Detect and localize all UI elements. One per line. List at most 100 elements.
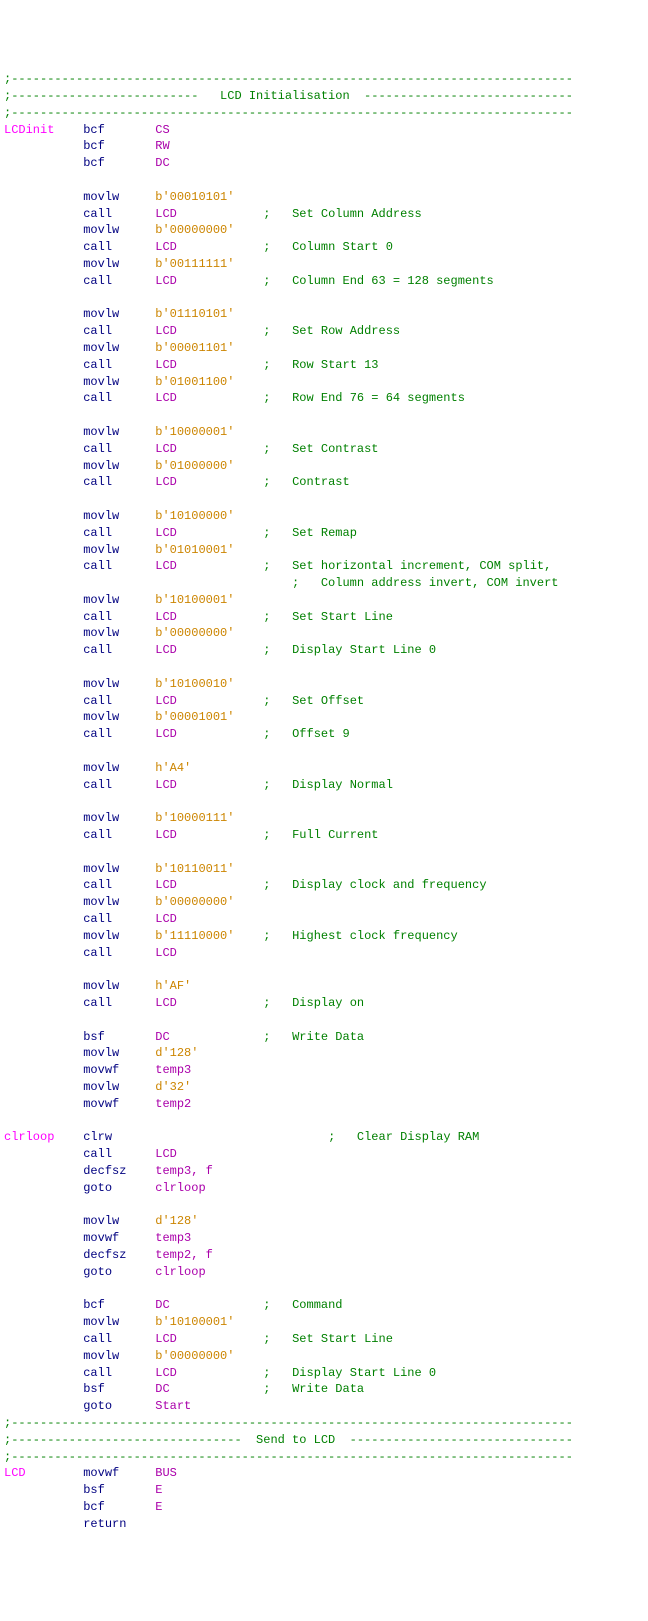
operand: b'11110000' bbox=[155, 929, 234, 943]
operand: b'01001100' bbox=[155, 375, 234, 389]
operand: LCD bbox=[155, 358, 177, 372]
mnemonic: movlw bbox=[83, 761, 119, 775]
mnemonic: bcf bbox=[83, 1500, 105, 1514]
mnemonic: goto bbox=[83, 1181, 112, 1195]
comment: ;---------------------------------------… bbox=[4, 1416, 573, 1430]
code-line: movwf temp3 bbox=[4, 1230, 644, 1247]
code-line: movlw b'10000001' bbox=[4, 424, 644, 441]
operand: b'10000001' bbox=[155, 425, 234, 439]
comment: ; Write Data bbox=[263, 1030, 364, 1044]
operand: LCD bbox=[155, 727, 177, 741]
code-line: movlw b'01001100' bbox=[4, 374, 644, 391]
code-line: movlw b'10100001' bbox=[4, 592, 644, 609]
operand: b'01010001' bbox=[155, 543, 234, 557]
mnemonic: movlw bbox=[83, 979, 119, 993]
code-line: movlw b'00001001' bbox=[4, 709, 644, 726]
assembly-code-listing: ;---------------------------------------… bbox=[4, 71, 644, 1532]
operand: b'00001001' bbox=[155, 710, 234, 724]
operand: d'32' bbox=[155, 1080, 191, 1094]
code-line: movlw b'00111111' bbox=[4, 256, 644, 273]
code-line: call LCD ; Set Column Address bbox=[4, 206, 644, 223]
mnemonic: movwf bbox=[83, 1231, 119, 1245]
code-line: ;---------------------------------------… bbox=[4, 105, 644, 122]
code-line: call LCD ; Contrast bbox=[4, 474, 644, 491]
label: LCDinit bbox=[4, 123, 54, 137]
mnemonic: movlw bbox=[83, 1046, 119, 1060]
code-line: call LCD ; Display clock and frequency bbox=[4, 877, 644, 894]
operand: LCD bbox=[155, 643, 177, 657]
comment: ; Set Start Line bbox=[263, 610, 393, 624]
operand: E bbox=[155, 1500, 162, 1514]
mnemonic: call bbox=[83, 694, 112, 708]
mnemonic: movlw bbox=[83, 929, 119, 943]
code-line bbox=[4, 491, 644, 508]
operand: LCD bbox=[155, 912, 177, 926]
mnemonic: movwf bbox=[83, 1063, 119, 1077]
mnemonic: movwf bbox=[83, 1097, 119, 1111]
mnemonic: movlw bbox=[83, 509, 119, 523]
operand: LCD bbox=[155, 475, 177, 489]
code-line: call LCD ; Column End 63 = 128 segments bbox=[4, 273, 644, 290]
code-line bbox=[4, 1113, 644, 1130]
code-line: call LCD ; Set Start Line bbox=[4, 609, 644, 626]
code-line: ;---------------------------------------… bbox=[4, 1449, 644, 1466]
code-line: ;-------------------------- LCD Initiali… bbox=[4, 88, 644, 105]
operand: b'10100001' bbox=[155, 1315, 234, 1329]
operand: h'AF' bbox=[155, 979, 191, 993]
mnemonic: call bbox=[83, 643, 112, 657]
code-line: ; Column address invert, COM invert bbox=[4, 575, 644, 592]
mnemonic: call bbox=[83, 610, 112, 624]
code-line: call LCD bbox=[4, 911, 644, 928]
operand: BUS bbox=[155, 1466, 177, 1480]
operand: temp3 bbox=[155, 1063, 191, 1077]
operand: b'00000000' bbox=[155, 223, 234, 237]
mnemonic: bsf bbox=[83, 1483, 105, 1497]
code-line: call LCD ; Set Contrast bbox=[4, 441, 644, 458]
code-line bbox=[4, 172, 644, 189]
code-line: movlw b'00001101' bbox=[4, 340, 644, 357]
operand: LCD bbox=[155, 526, 177, 540]
code-line: decfsz temp3, f bbox=[4, 1163, 644, 1180]
comment: ; Column End 63 = 128 segments bbox=[263, 274, 493, 288]
mnemonic: bcf bbox=[83, 139, 105, 153]
code-line: bcf DC ; Command bbox=[4, 1297, 644, 1314]
code-line bbox=[4, 961, 644, 978]
mnemonic: call bbox=[83, 475, 112, 489]
code-line: goto clrloop bbox=[4, 1264, 644, 1281]
comment: ;-------------------------- LCD Initiali… bbox=[4, 89, 573, 103]
operand: DC bbox=[155, 1030, 169, 1044]
code-line: call LCD ; Offset 9 bbox=[4, 726, 644, 743]
comment: ; Command bbox=[263, 1298, 342, 1312]
operand: b'01110101' bbox=[155, 307, 234, 321]
operand: b'10110011' bbox=[155, 862, 234, 876]
mnemonic: call bbox=[83, 442, 112, 456]
comment: ; Set Contrast bbox=[263, 442, 378, 456]
mnemonic: bsf bbox=[83, 1030, 105, 1044]
code-line: call LCD ; Row Start 13 bbox=[4, 357, 644, 374]
mnemonic: movlw bbox=[83, 710, 119, 724]
mnemonic: movlw bbox=[83, 190, 119, 204]
mnemonic: call bbox=[83, 1147, 112, 1161]
mnemonic: call bbox=[83, 1366, 112, 1380]
operand: LCD bbox=[155, 996, 177, 1010]
mnemonic: call bbox=[83, 1332, 112, 1346]
operand: b'00000000' bbox=[155, 1349, 234, 1363]
comment: ;---------------------------------------… bbox=[4, 72, 573, 86]
operand: E bbox=[155, 1483, 162, 1497]
code-line: movwf temp3 bbox=[4, 1062, 644, 1079]
operand: b'00000000' bbox=[155, 895, 234, 909]
code-line: movlw b'10100010' bbox=[4, 676, 644, 693]
mnemonic: bcf bbox=[83, 123, 105, 137]
mnemonic: bcf bbox=[83, 1298, 105, 1312]
comment: ;-------------------------------- Send t… bbox=[4, 1433, 573, 1447]
comment: ; Display clock and frequency bbox=[263, 878, 486, 892]
code-line bbox=[4, 793, 644, 810]
operand: LCD bbox=[155, 694, 177, 708]
comment: ; Set horizontal increment, COM split, bbox=[263, 559, 551, 573]
mnemonic: movlw bbox=[83, 425, 119, 439]
code-line: call LCD ; Display Start Line 0 bbox=[4, 642, 644, 659]
code-line bbox=[4, 659, 644, 676]
code-line bbox=[4, 290, 644, 307]
mnemonic: movlw bbox=[83, 895, 119, 909]
mnemonic: call bbox=[83, 391, 112, 405]
